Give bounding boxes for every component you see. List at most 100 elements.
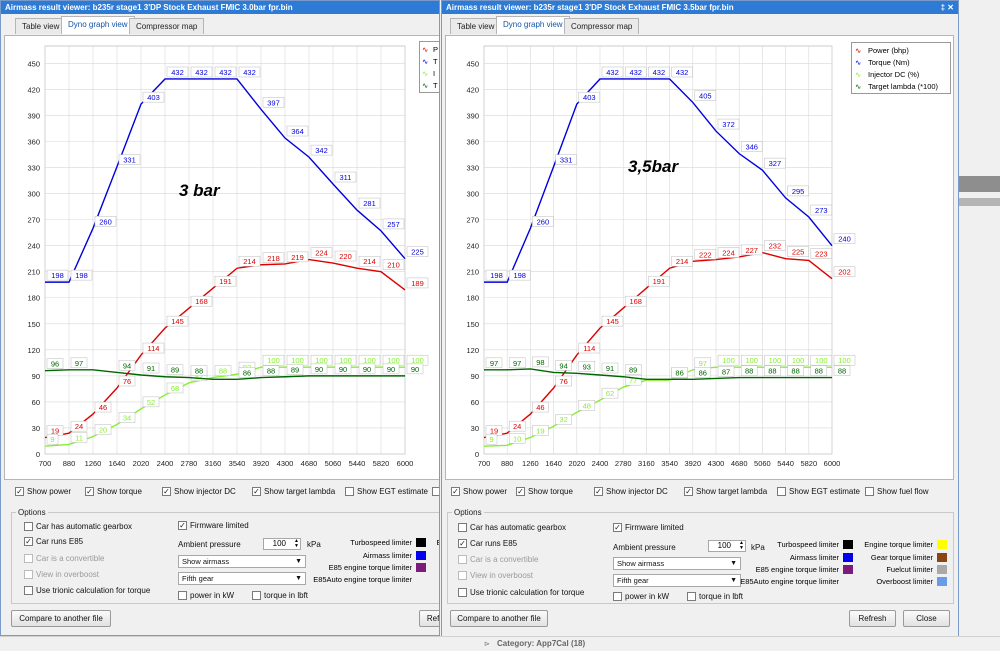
torque-in-lbft-checkbox[interactable]: torque in lbft <box>687 592 743 602</box>
checkbox-box[interactable] <box>24 522 33 532</box>
checkbox-box[interactable] <box>458 555 467 565</box>
trionic-calculation-checkbox[interactable]: Use trionic calculation for torque <box>24 586 150 596</box>
gear-select[interactable]: Fifth gear ▼ <box>613 574 741 587</box>
checkbox-box[interactable] <box>613 592 622 602</box>
ambient-pressure-input[interactable]: 100 ▲ ▼ <box>263 538 301 550</box>
tab-table-view[interactable]: Table view <box>450 18 502 34</box>
checkbox-box[interactable]: ✓ <box>252 487 261 497</box>
show-injector-dc-checkbox[interactable]: ✓ Show injector DC <box>594 487 668 497</box>
firmware-limited-checkbox[interactable]: ✓ Firmware limited <box>613 523 684 533</box>
checkbox-box[interactable] <box>252 591 261 601</box>
show-injector-dc-checkbox[interactable]: ✓ Show injector DC <box>162 487 236 497</box>
firmware-limited-checkbox[interactable]: ✓ Firmware limited <box>178 521 249 531</box>
data-label: 240 <box>838 235 851 244</box>
show-power-checkbox[interactable]: ✓ Show power <box>15 487 71 497</box>
tab-dyno-graph-view[interactable]: Dyno graph view <box>496 16 570 34</box>
ambient-pressure-input[interactable]: 100 ▲ ▼ <box>708 540 746 552</box>
checkbox-box[interactable] <box>777 487 786 497</box>
data-label: 273 <box>815 206 828 215</box>
convertible-checkbox[interactable]: Car is a convertible <box>458 555 538 565</box>
show-egt-checkbox[interactable]: Show EGT estimate <box>777 487 860 497</box>
checkbox-box[interactable]: ✓ <box>684 487 693 497</box>
checkbox-box[interactable] <box>458 588 467 598</box>
trionic-calculation-checkbox[interactable]: Use trionic calculation for torque <box>458 588 584 598</box>
show-target-lambda-checkbox[interactable]: ✓ Show target lambda <box>684 487 768 497</box>
checkbox-box[interactable]: ✓ <box>24 537 33 547</box>
checkbox-box[interactable] <box>687 592 696 602</box>
power-in-kw-checkbox[interactable]: power in kW <box>613 592 669 602</box>
convertible-checkbox[interactable]: Car is a convertible <box>24 554 104 564</box>
torque-in-lbft-checkbox[interactable]: torque in lbft <box>252 591 308 601</box>
show-fuel-flow-checkbox[interactable]: Show fuel flow <box>865 487 929 497</box>
checkbox-box[interactable]: ✓ <box>516 487 525 497</box>
tab-compressor-map[interactable]: Compressor map <box>564 18 640 34</box>
checkbox-box[interactable] <box>458 571 467 581</box>
tab-dyno-graph-view[interactable]: Dyno graph view <box>61 16 135 34</box>
tab-strip: Table view Dyno graph view Compressor ma… <box>1 14 439 34</box>
show-power-checkbox[interactable]: ✓ Show power <box>451 487 507 497</box>
tab-table-view[interactable]: Table view <box>15 18 67 34</box>
checkbox-box[interactable]: ✓ <box>85 487 94 497</box>
checkbox-box[interactable] <box>24 586 33 596</box>
view-in-overboost-checkbox[interactable]: View in overboost <box>458 571 533 581</box>
view-in-overboost-checkbox[interactable]: View in overboost <box>24 570 99 580</box>
data-label: 34 <box>123 413 131 422</box>
data-label: 88 <box>195 367 203 376</box>
checkbox-box[interactable] <box>24 570 33 580</box>
data-label: 91 <box>147 364 155 373</box>
legend-injector-swatch: ∿ <box>855 70 862 79</box>
show-egt-checkbox[interactable]: Show EGT estimate <box>345 487 428 497</box>
checkbox-box[interactable] <box>178 591 187 601</box>
compare-to-another-file-button[interactable]: Compare to another file <box>11 610 111 627</box>
expand-icon[interactable]: ⊳ <box>484 640 490 648</box>
checkbox-box[interactable] <box>345 487 354 497</box>
checkbox-box[interactable]: ✓ <box>594 487 603 497</box>
airmass-select[interactable]: Show airmass ▼ <box>613 557 741 570</box>
y-tick-label: 330 <box>27 164 40 173</box>
checkbox-box[interactable]: ✓ <box>178 521 187 531</box>
automatic-gearbox-checkbox[interactable]: Car has automatic gearbox <box>24 522 132 532</box>
checkbox-box[interactable]: ✓ <box>451 487 460 497</box>
refresh-button[interactable]: Refi <box>419 610 439 627</box>
turbospeed-limiter-label: Turbospeed limiter <box>350 538 412 547</box>
show-target-lambda-checkbox[interactable]: ✓ Show target lambda <box>252 487 335 497</box>
car-runs-e85-checkbox[interactable]: ✓ Car runs E85 <box>24 537 83 547</box>
y-tick-label: 450 <box>27 59 40 68</box>
show-torque-checkbox[interactable]: ✓ Show torque <box>85 487 142 497</box>
power-in-kw-checkbox[interactable]: power in kW <box>178 591 234 601</box>
checkbox-box[interactable]: ✓ <box>15 487 24 497</box>
compare-to-another-file-button[interactable]: Compare to another file <box>450 610 548 627</box>
x-tick-label: 1260 <box>522 459 539 468</box>
checkbox-box[interactable] <box>24 554 33 564</box>
car-runs-e85-checkbox[interactable]: ✓ Car runs E85 <box>458 539 517 549</box>
data-label: 86 <box>243 368 251 377</box>
checkbox-box[interactable] <box>458 523 467 533</box>
refresh-button[interactable]: Refresh <box>849 610 896 627</box>
checkbox-box[interactable]: ✓ <box>613 523 622 533</box>
checkbox-label: Show target lambda <box>696 487 768 496</box>
window-controls[interactable]: ‡ ✕ <box>941 1 954 14</box>
data-label: 372 <box>722 120 735 129</box>
automatic-gearbox-checkbox[interactable]: Car has automatic gearbox <box>458 523 566 533</box>
data-label: 9 <box>50 435 54 444</box>
checkbox-box[interactable]: ✓ <box>162 487 171 497</box>
legend-torque-swatch: ∿ <box>855 58 862 67</box>
checkbox-box[interactable] <box>432 487 439 497</box>
gear-select[interactable]: Fifth gear ▼ <box>178 572 306 585</box>
checkbox-box[interactable] <box>865 487 874 497</box>
spinner-icon[interactable]: ▲ ▼ <box>739 541 744 551</box>
airmass-select[interactable]: Show airmass ▼ <box>178 555 306 568</box>
data-label: 91 <box>606 364 614 373</box>
close-button[interactable]: Close <box>903 610 950 627</box>
data-label: 198 <box>51 271 64 280</box>
data-label: 346 <box>745 143 758 152</box>
data-label: 100 <box>838 356 851 365</box>
show-fuel-flow-checkbox[interactable] <box>432 487 439 497</box>
y-tick-label: 90 <box>471 372 479 381</box>
data-label: 88 <box>838 367 846 376</box>
show-torque-checkbox[interactable]: ✓ Show torque <box>516 487 573 497</box>
tab-compressor-map[interactable]: Compressor map <box>129 18 205 34</box>
checkbox-box[interactable]: ✓ <box>458 539 467 549</box>
spinner-icon[interactable]: ▲ ▼ <box>294 539 299 549</box>
window-title-text: Airmass result viewer: b235r stage1 3'DP… <box>5 3 293 12</box>
